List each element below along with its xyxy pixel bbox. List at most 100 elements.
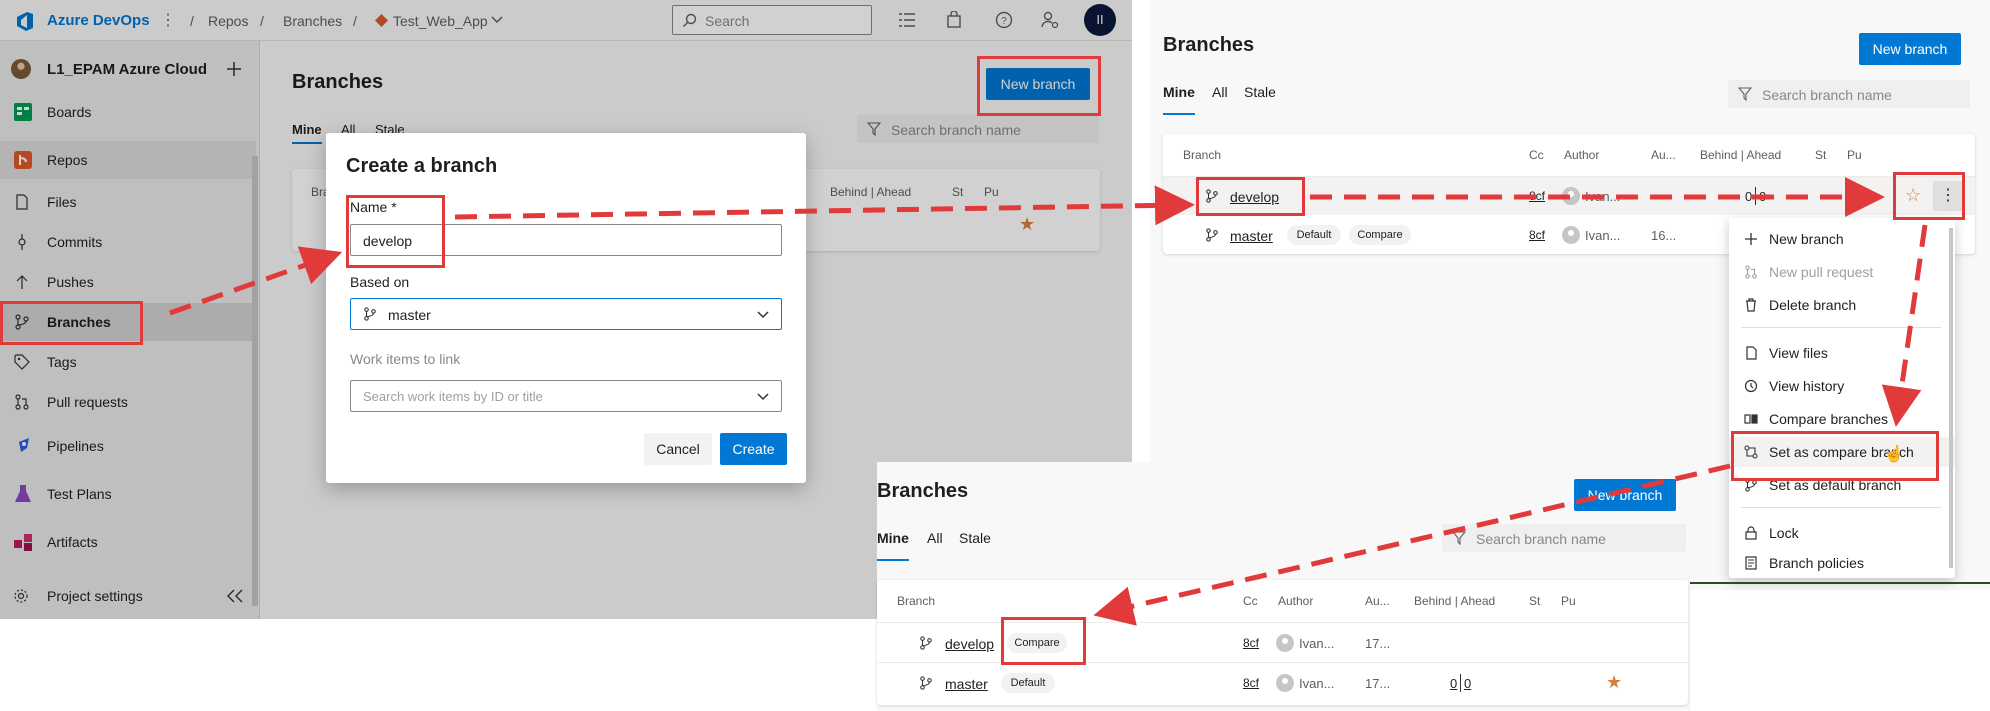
more-actions-button[interactable]: ⋮ (1933, 181, 1963, 211)
create-button[interactable]: Create (720, 433, 787, 465)
column-author: Author (1278, 594, 1314, 608)
branch-link-master[interactable]: master (1230, 228, 1273, 244)
based-on-dropdown[interactable]: master (350, 298, 782, 330)
based-on-value: master (388, 307, 431, 323)
tab-stale[interactable]: Stale (1244, 84, 1276, 100)
ahead-count[interactable]: 0 (1464, 676, 1471, 691)
author-name: Ivan... (1299, 676, 1335, 691)
author-name: Ivan... (1585, 189, 1621, 204)
menu-item-label: New pull request (1769, 264, 1874, 280)
author-name: Ivan... (1585, 228, 1621, 243)
column-behind-ahead: Behind | Ahead (1700, 148, 1782, 162)
tab-stale[interactable]: Stale (959, 530, 991, 546)
table-row[interactable]: develop Compare 8cf Ivan... 17... (877, 624, 1688, 662)
favorite-star-outline-icon[interactable]: ☆ (1905, 185, 1921, 206)
author-avatar-icon (1562, 187, 1580, 205)
default-badge: Default (1287, 225, 1341, 245)
policy-icon (1745, 556, 1757, 570)
menu-item-set-as-compare-branch[interactable]: Set as compare branch ☝ (1729, 437, 1955, 467)
menu-item-label: Compare branches (1769, 411, 1889, 427)
menu-item-compare-branches[interactable]: Compare branches (1729, 404, 1955, 434)
commit-link[interactable]: 8cf (1243, 676, 1259, 690)
menu-item-new-pull-request[interactable]: New pull request (1729, 257, 1955, 287)
filter-icon (1452, 531, 1466, 545)
branch-name-value: develop (363, 233, 413, 249)
table-row[interactable]: master Default 8cf Ivan... 17... 0 0 ★ (877, 664, 1688, 702)
branch-link-develop[interactable]: develop (945, 636, 994, 652)
authored-date: 17... (1365, 676, 1391, 691)
menu-item-set-as-default-branch[interactable]: Set as default branch (1729, 470, 1955, 500)
name-label: Name * (350, 199, 397, 215)
column-status: St (1529, 594, 1541, 608)
column-pr: Pu (1561, 594, 1576, 608)
compare-icon (1744, 414, 1758, 424)
branch-icon (1745, 478, 1757, 492)
author-avatar-icon (1276, 634, 1294, 652)
menu-item-branch-policies[interactable]: Branch policies (1729, 548, 1955, 578)
work-items-dropdown[interactable]: Search work items by ID or title (350, 380, 782, 412)
tab-underline (1163, 113, 1195, 115)
work-items-placeholder: Search work items by ID or title (363, 389, 543, 404)
menu-scrollbar[interactable] (1949, 228, 1953, 568)
menu-item-label: Branch policies (1769, 555, 1864, 571)
chevron-down-icon (757, 311, 769, 319)
menu-item-view-history[interactable]: View history (1729, 371, 1955, 401)
trash-icon (1746, 298, 1756, 312)
plus-icon (1745, 233, 1757, 245)
menu-item-view-files[interactable]: View files (1729, 338, 1955, 368)
branch-link-develop[interactable]: develop (1230, 189, 1279, 205)
page-title: Branches (1163, 34, 1255, 56)
column-branch: Branch (897, 594, 936, 608)
menu-item-label: Lock (1769, 525, 1799, 541)
ahead-count: 0 (1759, 189, 1767, 204)
history-icon (1744, 379, 1758, 393)
menu-item-label: View history (1769, 378, 1845, 394)
lock-icon (1745, 526, 1757, 540)
column-author: Author (1564, 148, 1600, 162)
authored-date: 17... (1365, 636, 1391, 651)
new-branch-button[interactable]: New branch (1574, 479, 1676, 511)
filter-placeholder: Search branch name (1476, 531, 1606, 547)
column-authored: Au... (1365, 594, 1390, 608)
branch-name-field[interactable]: develop (350, 224, 782, 256)
column-pr: Pu (1847, 148, 1862, 162)
favorite-star-icon[interactable]: ★ (1606, 672, 1622, 693)
column-commit: Cc (1529, 148, 1544, 162)
tab-all[interactable]: All (927, 530, 943, 546)
create-branch-dialog: Create a branch Name * develop Based on … (326, 133, 806, 483)
menu-item-lock[interactable]: Lock (1729, 518, 1955, 548)
chevron-down-icon (757, 393, 769, 401)
set-compare-icon (1744, 445, 1758, 459)
commit-link[interactable]: 8cf (1529, 189, 1545, 203)
branch-filter-input[interactable]: Search branch name (1442, 524, 1686, 552)
filter-placeholder: Search branch name (1762, 87, 1892, 103)
table-row[interactable]: develop 8cf Ivan... 0 0 ☆ ⋮ (1163, 177, 1975, 215)
author-name: Ivan... (1299, 636, 1335, 651)
branch-icon (920, 676, 932, 690)
menu-item-label: Set as default branch (1769, 477, 1902, 493)
column-behind-ahead: Behind | Ahead (1414, 594, 1496, 608)
branch-filter-input[interactable]: Search branch name (1728, 80, 1970, 108)
new-branch-button[interactable]: New branch (1859, 33, 1961, 65)
pull-request-icon (1745, 265, 1757, 279)
tab-all[interactable]: All (1212, 84, 1228, 100)
branch-icon (1206, 228, 1218, 242)
dialog-title: Create a branch (346, 155, 498, 177)
branch-icon (1206, 189, 1218, 203)
cancel-button[interactable]: Cancel (644, 433, 712, 465)
branch-link-master[interactable]: master (945, 676, 988, 692)
menu-item-label: Delete branch (1769, 297, 1857, 313)
column-commit: Cc (1243, 594, 1258, 608)
tab-mine[interactable]: Mine (877, 530, 909, 546)
compare-badge: Compare (1007, 633, 1067, 653)
filter-icon (1738, 87, 1752, 101)
menu-item-delete-branch[interactable]: Delete branch (1729, 290, 1955, 320)
behind-count[interactable]: 0 (1450, 676, 1457, 691)
menu-item-new-branch[interactable]: New branch (1729, 224, 1955, 254)
commit-link[interactable]: 8cf (1243, 636, 1259, 650)
tab-mine[interactable]: Mine (1163, 84, 1195, 100)
hand-cursor-icon: ☝ (1884, 446, 1904, 463)
column-status: St (1815, 148, 1827, 162)
commit-link[interactable]: 8cf (1529, 228, 1545, 242)
branch-icon (920, 636, 932, 650)
